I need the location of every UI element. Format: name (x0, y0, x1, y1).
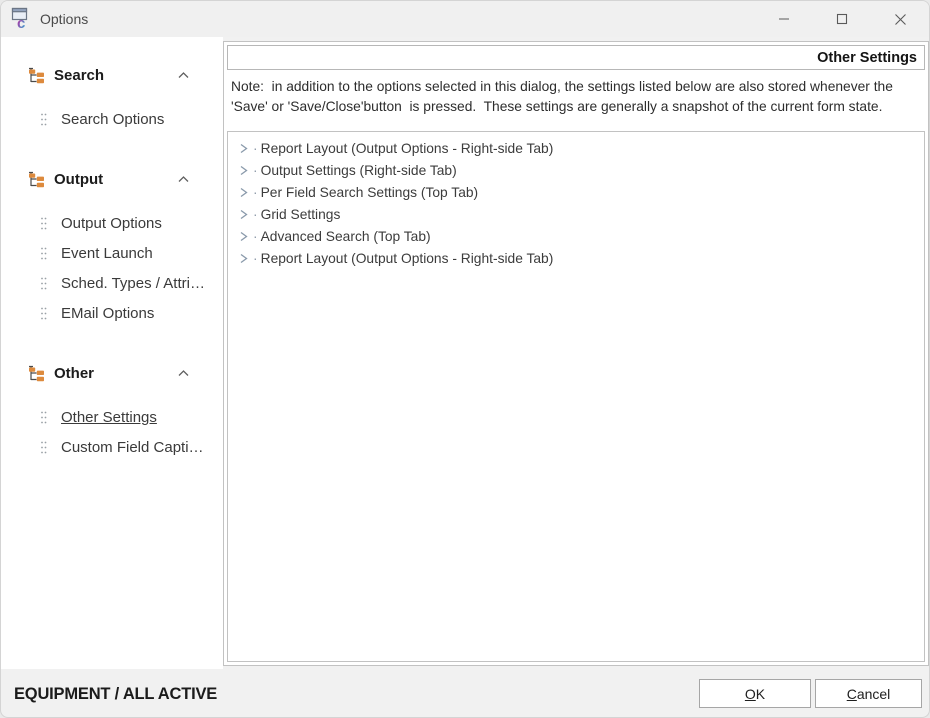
tree-item-label: Report Layout (Output Options - Right-si… (253, 251, 553, 266)
close-button[interactable] (871, 1, 929, 37)
caption-buttons (755, 1, 929, 37)
options-dialog: c Options Search (0, 0, 930, 718)
settings-tree: Report Layout (Output Options - Right-si… (227, 131, 925, 662)
sidebar-item-label: Search Options (61, 111, 164, 128)
sidebar-item-label: Custom Field Capti… (61, 439, 204, 456)
chevron-right-icon[interactable] (237, 230, 250, 243)
maximize-button[interactable] (813, 1, 871, 37)
close-icon (894, 13, 907, 26)
sidebar-group-label: Search (54, 67, 104, 84)
tree-item-label: Advanced Search (Top Tab) (253, 229, 431, 244)
minimize-icon (778, 13, 790, 25)
grip-dots-icon (40, 216, 48, 231)
note-text: Note: in addition to the options selecte… (224, 70, 928, 117)
sidebar-item-email-options[interactable]: EMail Options (1, 298, 223, 328)
tree-item-per-field-search[interactable]: Per Field Search Settings (Top Tab) (228, 181, 924, 203)
grip-dots-icon (40, 246, 48, 261)
tree-item-label: Per Field Search Settings (Top Tab) (253, 185, 478, 200)
sidebar-item-event-launch[interactable]: Event Launch (1, 238, 223, 268)
svg-text:c: c (17, 15, 25, 31)
tree-item-grid-settings[interactable]: Grid Settings (228, 203, 924, 225)
minimize-button[interactable] (755, 1, 813, 37)
panel-title-bar: Other Settings (227, 45, 925, 70)
sidebar-item-output-options[interactable]: Output Options (1, 208, 223, 238)
tree-item-label: Output Settings (Right-side Tab) (253, 163, 457, 178)
sidebar-item-search-options[interactable]: Search Options (1, 104, 223, 134)
sidebar-group-output: Output Output Options Event Launch Sched… (1, 165, 223, 328)
panel-title: Other Settings (817, 50, 917, 66)
chevron-up-icon[interactable] (176, 366, 191, 381)
ok-button[interactable]: OK (699, 679, 811, 708)
sidebar-group-header-search[interactable]: Search (1, 61, 223, 89)
cancel-button[interactable]: Cancel (815, 679, 922, 708)
tree-item-label: Report Layout (Output Options - Right-si… (253, 141, 553, 156)
chevron-right-icon[interactable] (237, 208, 250, 221)
grip-dots-icon (40, 306, 48, 321)
sidebar-item-label: Sched. Types / Attri… (61, 275, 205, 292)
sidebar-group-other: Other Other Settings Custom Field Capti… (1, 359, 223, 462)
ok-button-label: OK (745, 686, 765, 702)
sidebar-item-label: Event Launch (61, 245, 153, 262)
sidebar-group-label: Output (54, 171, 103, 188)
chevron-right-icon[interactable] (237, 252, 250, 265)
grip-dots-icon (40, 112, 48, 127)
tree-structure-icon (28, 67, 45, 84)
sidebar-group-items: Other Settings Custom Field Capti… (1, 402, 223, 462)
title-bar: c Options (1, 1, 929, 37)
maximize-icon (836, 13, 848, 25)
sidebar-group-label: Other (54, 365, 94, 382)
sidebar-item-custom-field-captions[interactable]: Custom Field Capti… (1, 432, 223, 462)
sidebar-group-search: Search Search Options (1, 61, 223, 134)
tree-item-report-layout-1[interactable]: Report Layout (Output Options - Right-si… (228, 137, 924, 159)
context-label: EQUIPMENT / ALL ACTIVE (14, 685, 217, 704)
chevron-right-icon[interactable] (237, 164, 250, 177)
chevron-up-icon[interactable] (176, 172, 191, 187)
chevron-up-icon[interactable] (176, 68, 191, 83)
tree-item-report-layout-2[interactable]: Report Layout (Output Options - Right-si… (228, 247, 924, 269)
grip-dots-icon (40, 276, 48, 291)
sidebar-nav: Search Search Options Output (1, 37, 223, 669)
tree-item-advanced-search[interactable]: Advanced Search (Top Tab) (228, 225, 924, 247)
chevron-right-icon[interactable] (237, 142, 250, 155)
tree-item-output-settings[interactable]: Output Settings (Right-side Tab) (228, 159, 924, 181)
sidebar-group-header-other[interactable]: Other (1, 359, 223, 387)
chevron-right-icon[interactable] (237, 186, 250, 199)
sidebar-item-label: EMail Options (61, 305, 154, 322)
tree-item-label: Grid Settings (253, 207, 340, 222)
sidebar-item-label: Output Options (61, 215, 162, 232)
sidebar-group-items: Search Options (1, 104, 223, 134)
app-icon: c (10, 7, 32, 31)
sidebar-group-items: Output Options Event Launch Sched. Types… (1, 208, 223, 328)
grip-dots-icon (40, 440, 48, 455)
cancel-button-label: Cancel (847, 686, 891, 702)
sidebar-item-label: Other Settings (61, 409, 157, 426)
tree-structure-icon (28, 365, 45, 382)
main-panel: Other Settings Note: in addition to the … (223, 41, 929, 666)
tree-structure-icon (28, 171, 45, 188)
grip-dots-icon (40, 410, 48, 425)
window-title: Options (40, 11, 88, 27)
sidebar-group-header-output[interactable]: Output (1, 165, 223, 193)
sidebar-item-sched-types[interactable]: Sched. Types / Attri… (1, 268, 223, 298)
sidebar-item-other-settings[interactable]: Other Settings (1, 402, 223, 432)
